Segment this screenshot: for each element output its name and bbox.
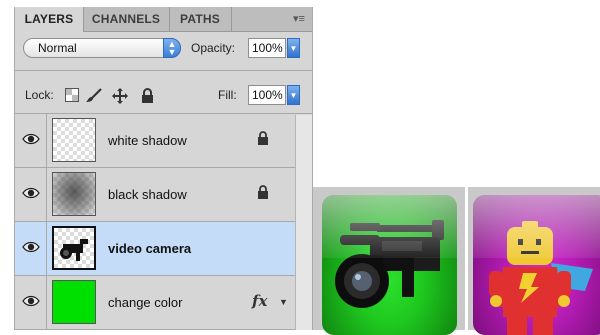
blend-mode-select[interactable]: Normal ▲ ▼ [23, 38, 181, 58]
layer-thumbnail [52, 226, 96, 270]
gloss-highlight [473, 195, 600, 258]
divider [15, 70, 312, 71]
layer-lock-icon [258, 185, 268, 199]
updown-arrows-icon: ▲ ▼ [163, 38, 181, 58]
purple-button-image [473, 195, 600, 335]
visibility-toggle[interactable] [15, 276, 47, 329]
tab-paths[interactable]: PATHS [169, 7, 232, 31]
panel-tab-bar: LAYERS CHANNELS PATHS ▾≡ [15, 7, 312, 32]
layer-name[interactable]: black shadow [108, 187, 187, 202]
video-camera-icon [60, 239, 88, 261]
tab-layers[interactable]: LAYERS [15, 7, 84, 32]
layer-name[interactable]: video camera [108, 241, 191, 256]
layer-effects-icon[interactable]: fx [252, 292, 267, 310]
layer-thumbnail [52, 118, 96, 162]
visibility-toggle[interactable] [15, 222, 47, 275]
layers-scrollbar[interactable] [295, 115, 312, 330]
fill-label: Fill: [218, 88, 237, 102]
visibility-toggle[interactable] [15, 114, 47, 167]
lock-transparency-icon[interactable] [65, 88, 79, 102]
eye-icon [22, 241, 40, 253]
lock-move-icon[interactable] [112, 88, 128, 104]
layer-row-change-color[interactable]: change color fx ▼ [15, 276, 312, 330]
visibility-toggle[interactable] [15, 168, 47, 221]
lock-all-icon[interactable] [141, 88, 154, 103]
preview-frame-purple [468, 187, 600, 335]
green-button-image [322, 195, 457, 335]
eye-icon [22, 295, 40, 307]
opacity-input[interactable]: 100% [248, 38, 286, 58]
layer-row-white-shadow[interactable]: white shadow [15, 114, 312, 168]
layer-name[interactable]: white shadow [108, 133, 187, 148]
opacity-dropdown-icon[interactable]: ▼ [287, 38, 300, 58]
layer-thumbnail [52, 280, 96, 324]
expand-effects-arrow-icon[interactable]: ▼ [279, 297, 288, 307]
fill-input[interactable]: 100% [248, 85, 286, 105]
layer-name[interactable]: change color [108, 295, 182, 310]
layer-row-black-shadow[interactable]: black shadow [15, 168, 312, 222]
preview-frame-green [313, 187, 465, 335]
layers-panel: LAYERS CHANNELS PATHS ▾≡ Normal ▲ ▼ Opaci… [14, 7, 313, 330]
eye-icon [22, 133, 40, 145]
blend-mode-value: Normal [38, 41, 77, 55]
gloss-highlight [322, 195, 457, 258]
opacity-label: Opacity: [191, 41, 236, 55]
layer-row-video-camera[interactable]: video camera [15, 222, 312, 276]
lock-brush-icon[interactable] [86, 88, 102, 103]
fill-dropdown-icon[interactable]: ▼ [287, 85, 300, 105]
tab-channels[interactable]: CHANNELS [83, 7, 170, 31]
eye-icon [22, 187, 40, 199]
panel-menu-icon[interactable]: ▾≡ [290, 12, 308, 26]
lock-label: Lock: [25, 88, 54, 102]
layer-lock-icon [258, 131, 268, 145]
layer-thumbnail [52, 172, 96, 216]
